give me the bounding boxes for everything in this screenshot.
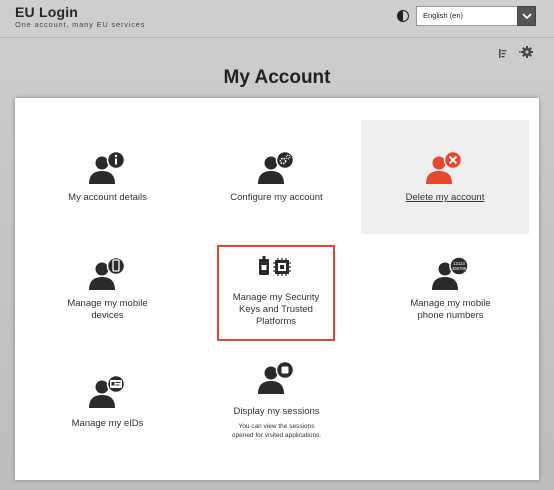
tile-label: Manage my Security Keys and Trusted Plat… — [232, 292, 320, 327]
toolbar — [499, 45, 533, 63]
tile-label: My account details — [68, 192, 147, 203]
sort-icon[interactable] — [499, 45, 507, 63]
tile-eids[interactable]: Manage my eIDs — [30, 360, 185, 460]
tile-label: Display my sessions — [233, 406, 320, 417]
tile-configure-account[interactable]: Configure my account — [199, 120, 354, 230]
user-gear-icon — [257, 150, 297, 190]
page-title: My Account — [223, 67, 331, 88]
tile-sessions[interactable]: Display my sessions You can view the ses… — [199, 356, 354, 466]
user-eid-icon — [88, 374, 128, 414]
user-session-icon — [257, 360, 297, 400]
user-mobile-icon — [88, 256, 128, 296]
user-info-icon — [88, 150, 128, 190]
tile-label: Configure my account — [230, 192, 323, 203]
chevron-down-icon[interactable] — [517, 6, 536, 26]
tile-phone-numbers[interactable]: 12123 456789 Manage my mobile phone numb… — [373, 248, 528, 348]
header-bar: EU Login One account, many EU services E… — [0, 0, 554, 38]
tile-account-details[interactable]: My account details — [30, 120, 185, 230]
account-panel: My account details Configure my account … — [15, 98, 539, 480]
app-title[interactable]: EU Login — [15, 4, 78, 20]
gear-icon[interactable] — [519, 45, 533, 63]
sessions-note: You can view the sessions opened for vis… — [231, 423, 322, 439]
tile-delete-account[interactable]: Delete my account — [361, 120, 529, 234]
security-key-icon — [258, 256, 294, 282]
tile-label: Manage my mobile phone numbers — [410, 298, 491, 321]
language-select-value: English (en) — [423, 11, 464, 20]
tile-label: Manage my mobile devices — [67, 298, 148, 321]
contrast-icon[interactable] — [397, 10, 409, 22]
tile-mobile-devices[interactable]: Manage my mobile devices — [30, 248, 185, 348]
phone-badge-line2: 456789 — [452, 266, 467, 271]
tile-security-keys[interactable]: Manage my Security Keys and Trusted Plat… — [217, 245, 335, 341]
user-delete-icon — [425, 150, 465, 190]
tile-label[interactable]: Delete my account — [361, 192, 529, 204]
tile-label: Manage my eIDs — [71, 418, 144, 429]
language-select[interactable]: English (en) — [416, 6, 536, 26]
user-phone-number-icon: 12123 456789 — [431, 256, 471, 296]
app-subtitle: One account, many EU services — [15, 20, 146, 29]
